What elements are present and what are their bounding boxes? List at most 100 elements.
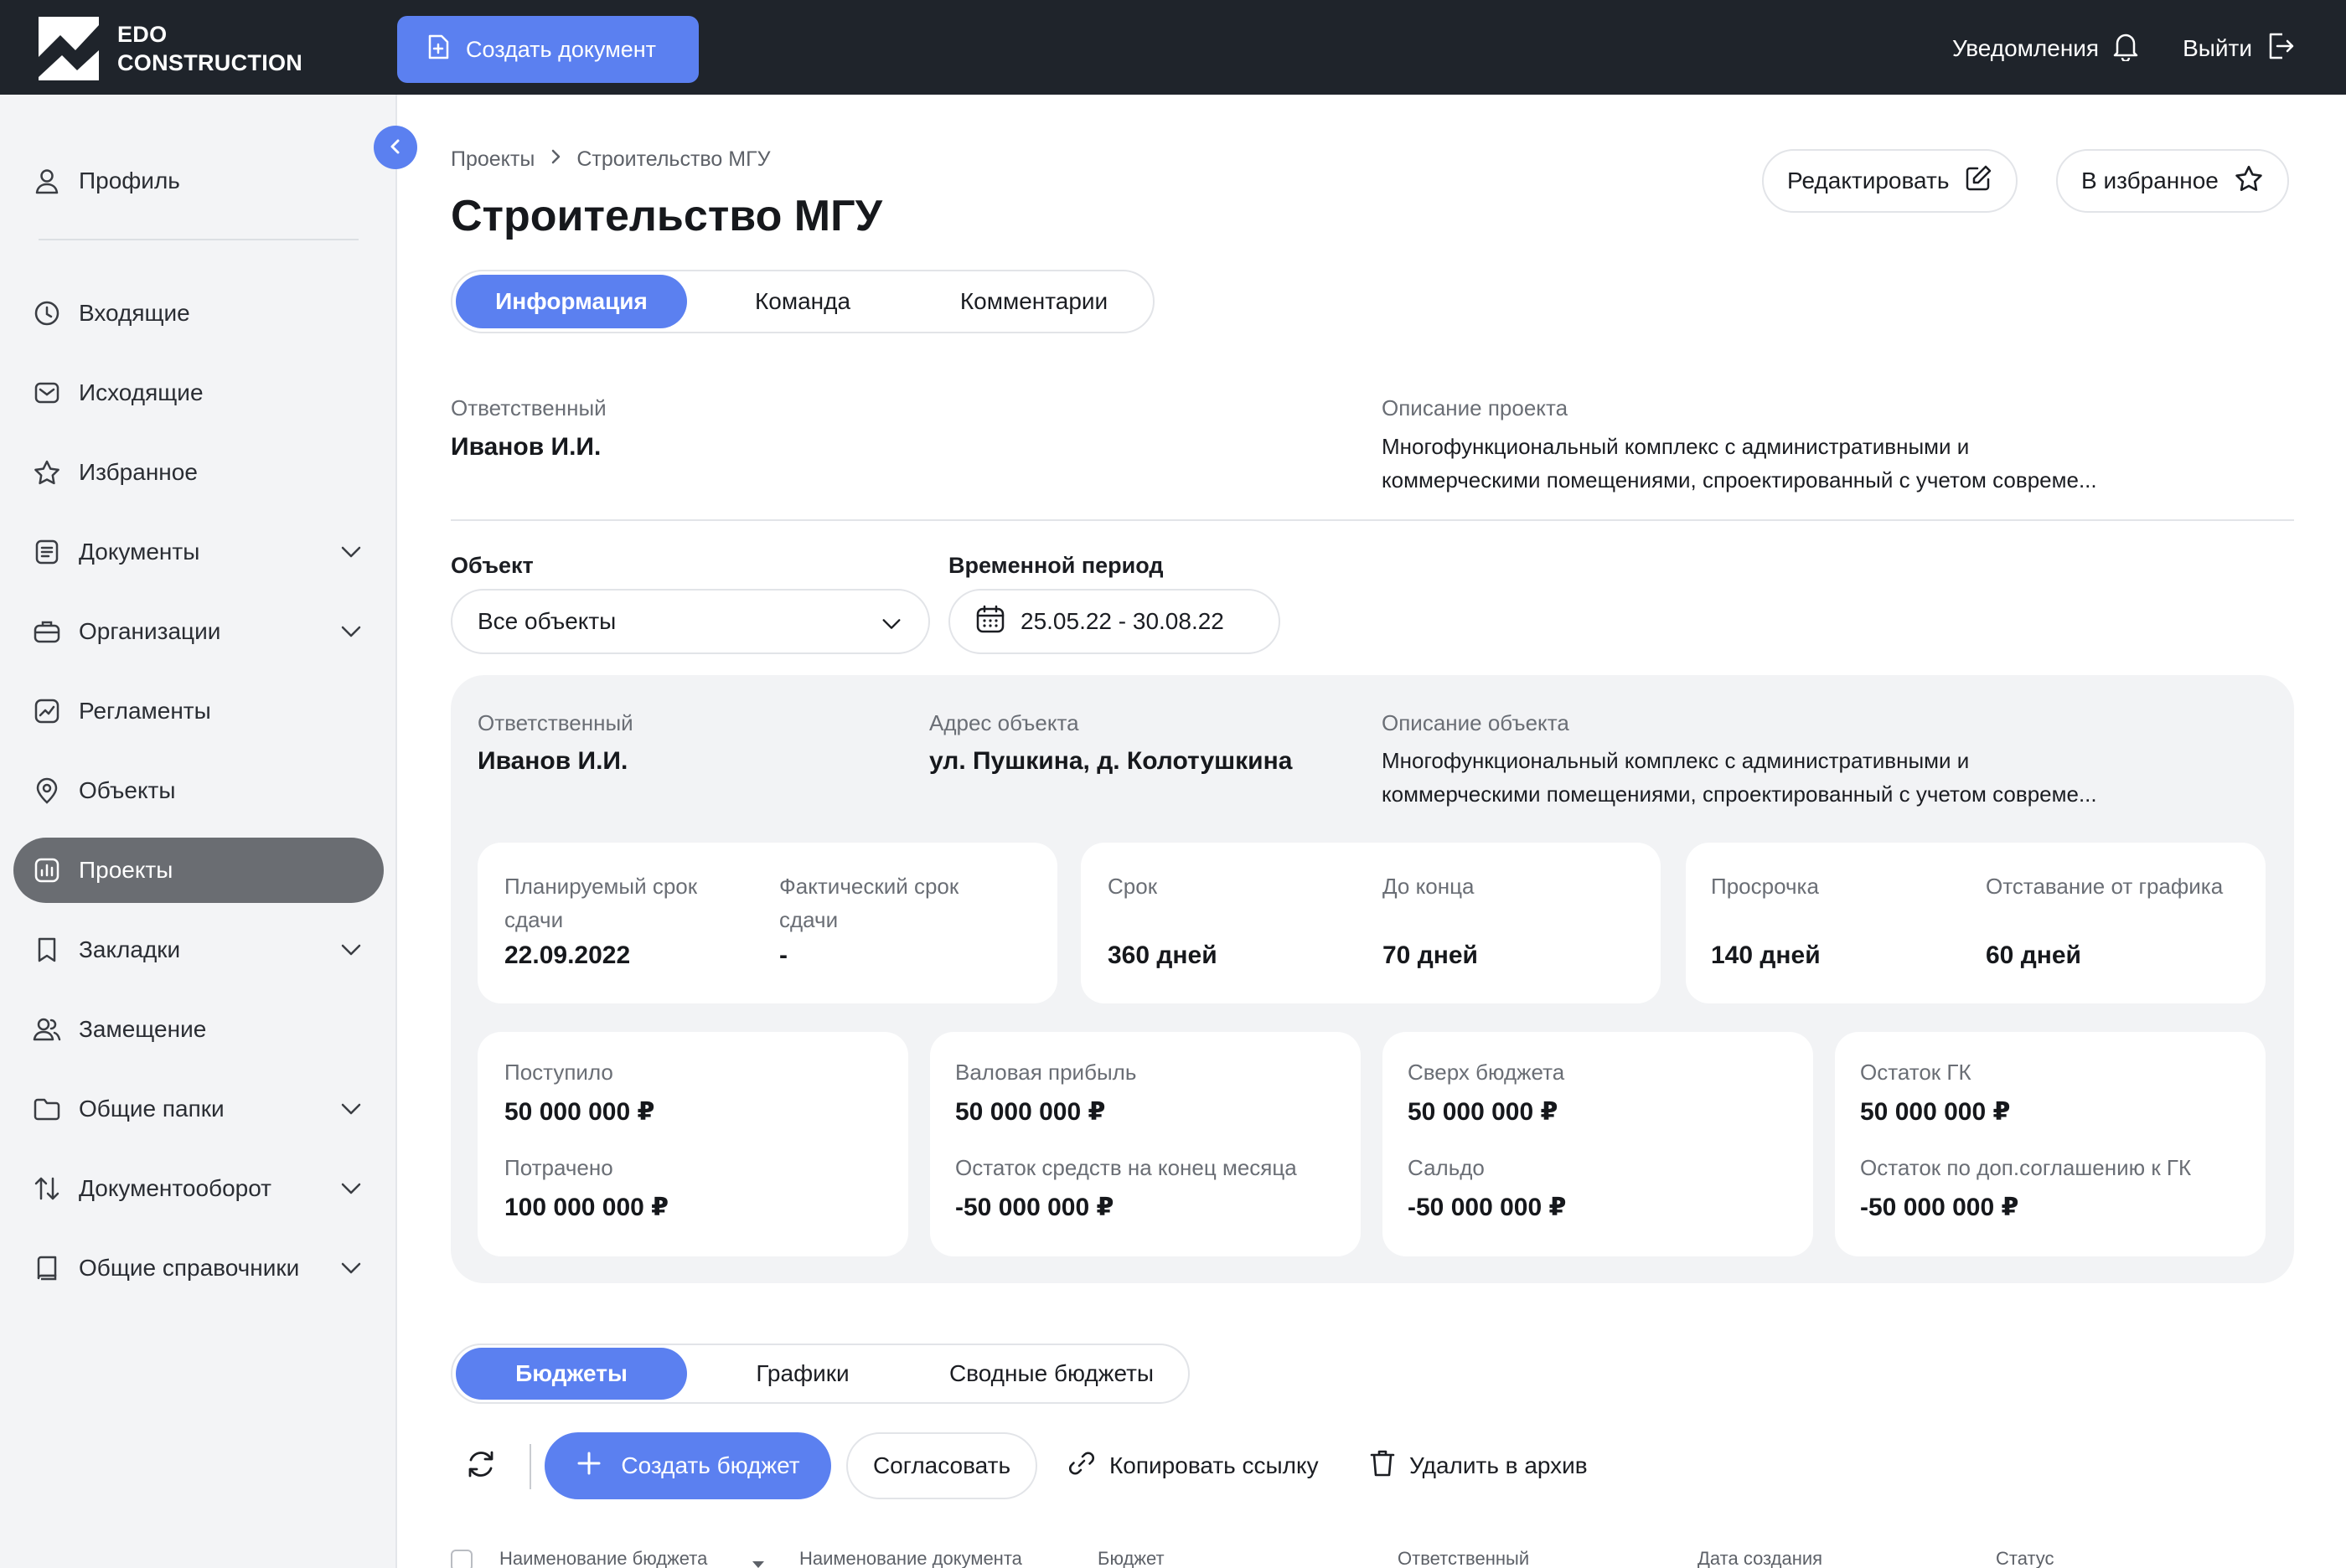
notifications-button[interactable]: Уведомления [1952,31,2139,67]
refresh-icon [464,1447,498,1485]
project-description-line2: коммерческими помещениями, спроектирован… [1382,467,2097,493]
chart-icon [32,696,62,726]
chevron-down-icon[interactable] [338,1256,364,1287]
sidebar-item-favorites[interactable]: Избранное [13,440,384,505]
column-budget[interactable]: Бюджет [1098,1548,1165,1568]
deadline-card: Планируемый срок сдачи 22.09.2022 Фактич… [478,843,1057,1003]
responsible-label: Ответственный [451,395,607,420]
tab-charts[interactable]: Графики [687,1348,918,1400]
object-select[interactable]: Все объекты [451,589,930,654]
sidebar-item-substitution[interactable]: Замещение [13,997,384,1062]
object-description: Многофункциональный комплекс с администр… [1382,744,2245,811]
period-date-picker[interactable]: 25.05.22 - 30.08.22 [948,589,1280,654]
transfer-icon [32,1173,62,1204]
planned-deadline-label-line2: сдачи [504,907,564,932]
column-status[interactable]: Статус [1996,1548,2054,1568]
create-budget-button[interactable]: Создать бюджет [545,1432,831,1499]
actual-deadline-label-line1: Фактический срок [779,874,959,899]
folder-icon [32,1094,62,1124]
project-description-line1: Многофункциональный комплекс с администр… [1382,434,1970,459]
trash-icon [1369,1448,1396,1484]
planned-deadline-label: Планируемый срок сдачи [504,869,697,936]
gross-profit-value: 50 000 000 ₽ [955,1098,1106,1126]
book-icon [32,1253,62,1283]
bar-chart-icon [32,855,62,885]
income-card: Поступило 50 000 000 ₽ Потрачено 100 000… [478,1032,908,1256]
sidebar-item-projects[interactable]: Проекты [13,838,384,903]
actual-deadline-label-line2: сдачи [779,907,839,932]
sidebar-item-label: Исходящие [79,379,204,405]
object-address-label: Адрес объекта [929,710,1079,735]
edit-button[interactable]: Редактировать [1762,149,2018,213]
refresh-button[interactable] [462,1447,499,1484]
add-to-favorites-button[interactable]: В избранное [2056,149,2289,213]
over-budget-value: 50 000 000 ₽ [1408,1098,1558,1126]
link-icon [1067,1449,1096,1483]
sidebar-item-organizations[interactable]: Организации [13,599,384,664]
column-created-date[interactable]: Дата создания [1697,1548,1822,1568]
sidebar-divider [39,239,359,240]
select-all-checkbox[interactable] [451,1550,473,1568]
sidebar-item-label: Проекты [79,857,173,883]
archive-button[interactable]: Удалить в архив [1369,1432,1588,1499]
sidebar-collapse-button[interactable] [374,126,417,169]
project-description-label: Описание проекта [1382,395,1568,420]
approve-button[interactable]: Согласовать [846,1432,1037,1499]
copy-link-button[interactable]: Копировать ссылку [1067,1432,1319,1499]
overdue-value: 140 дней [1711,941,1821,969]
planned-deadline-value: 22.09.2022 [504,941,631,969]
users-icon [32,1014,62,1044]
sidebar-item-label: Избранное [79,459,198,485]
sidebar-item-label: Замещение [79,1016,207,1042]
actual-deadline-value: - [779,941,788,969]
period-value: 25.05.22 - 30.08.22 [1021,608,1224,634]
tab-team[interactable]: Команда [687,275,918,328]
copy-link-label: Копировать ссылку [1109,1452,1319,1478]
section-divider [451,519,2294,521]
sidebar-item-profile[interactable]: Профиль [13,148,384,214]
sidebar-item-label: Общие папки [79,1096,225,1122]
contract-remainder-label: Остаток ГК [1860,1060,1971,1085]
sidebar-item-objects[interactable]: Объекты [13,758,384,823]
column-document-name[interactable]: Наименование документа [799,1548,1022,1568]
column-responsible[interactable]: Ответственный [1398,1548,1529,1568]
clock-icon [32,298,62,328]
tab-budgets[interactable]: Бюджеты [456,1348,687,1400]
period-field-label: Временной период [948,553,1164,578]
breadcrumb-root[interactable]: Проекты [451,147,535,172]
sort-down-icon[interactable] [751,1553,766,1568]
sidebar-item-bookmarks[interactable]: Закладки [13,917,384,983]
chevron-down-icon[interactable] [338,539,364,570]
logout-button[interactable]: Выйти [2183,31,2296,67]
spent-value: 100 000 000 ₽ [504,1194,669,1221]
sidebar-item-documents[interactable]: Документы [13,519,384,585]
app-logo[interactable]: EDO CONSTRUCTION [39,17,302,80]
tab-comments[interactable]: Комментарии [918,275,1150,328]
sidebar-item-document-flow[interactable]: Документооборот [13,1156,384,1221]
tab-info[interactable]: Информация [456,275,687,328]
budget-tabs: Бюджеты Графики Сводные бюджеты [451,1344,1190,1404]
sidebar-item-regulations[interactable]: Регламенты [13,678,384,744]
balance-value: -50 000 000 ₽ [1408,1194,1567,1221]
chevron-down-icon[interactable] [338,1176,364,1207]
budget-card: Сверх бюджета 50 000 000 ₽ Сальдо -50 00… [1382,1032,1813,1256]
logout-label: Выйти [2183,35,2252,61]
term-value: 360 дней [1108,941,1217,969]
sidebar-item-inbox[interactable]: Входящие [13,281,384,346]
object-responsible-value: Иванов И.И. [478,747,628,775]
sidebar-item-shared-directories[interactable]: Общие справочники [13,1235,384,1301]
toolbar-separator [530,1444,531,1489]
tab-summary-budgets[interactable]: Сводные бюджеты [918,1348,1185,1400]
sidebar-item-shared-folders[interactable]: Общие папки [13,1076,384,1142]
sidebar-item-label: Закладки [79,936,181,962]
chevron-down-icon[interactable] [338,619,364,650]
sidebar-item-label: Профиль [79,168,180,193]
archive-label: Удалить в архив [1409,1452,1588,1478]
sidebar-item-outbox[interactable]: Исходящие [13,360,384,426]
create-document-button[interactable]: Создать документ [397,16,699,83]
column-budget-name[interactable]: Наименование бюджета [499,1548,707,1568]
sidebar-item-label: Объекты [79,777,176,803]
top-bar: EDO CONSTRUCTION Создать документ Уведом… [0,0,2346,95]
chevron-down-icon[interactable] [338,937,364,968]
chevron-down-icon[interactable] [338,1096,364,1127]
